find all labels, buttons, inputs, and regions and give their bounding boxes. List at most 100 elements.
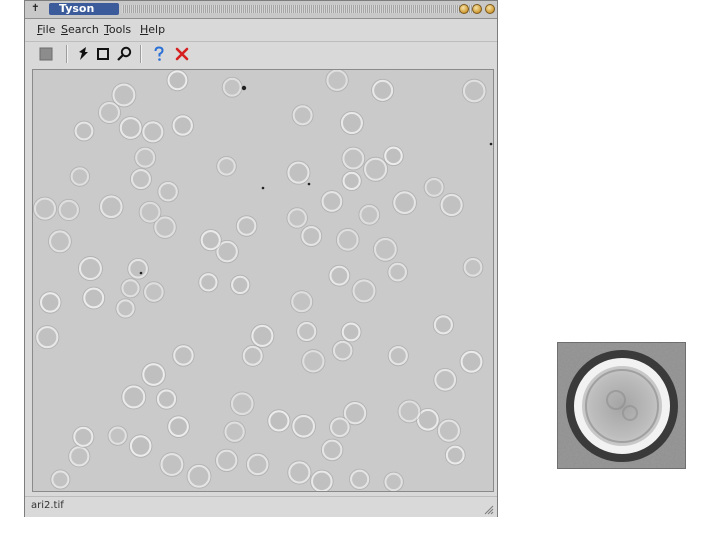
particle [142,121,164,143]
particle-zoom-preview [557,342,686,469]
particle [398,400,421,423]
particle [336,229,359,251]
toolbar-separator [140,45,142,63]
particle [231,275,250,295]
particle [321,191,343,212]
pointer-icon[interactable] [73,45,93,63]
particle [433,315,453,335]
pin-icon[interactable]: ✝ [29,3,42,15]
particle [287,161,310,184]
particle [350,469,370,489]
particle [142,363,165,386]
particle [73,426,94,447]
particle [364,157,388,181]
particle [128,258,148,279]
particle [384,472,403,491]
particle [437,419,460,442]
particle [112,83,136,107]
debris-speck [241,85,247,91]
particle [108,426,127,445]
particle [236,216,257,236]
particle [384,146,403,166]
particle [332,340,353,361]
particle [130,169,151,190]
particle [119,117,142,139]
particle [156,389,177,409]
particle [388,346,408,366]
particle [167,70,188,91]
particle [160,453,184,476]
particle [424,177,444,197]
particle [100,195,123,219]
particle [292,414,315,438]
close-icon[interactable] [485,4,495,14]
menu-file[interactable]: File [37,23,55,37]
particle [246,453,269,476]
particle [326,70,348,91]
particle [463,258,483,277]
particle [291,291,313,313]
debris-speck [307,182,311,186]
particle [445,445,465,465]
resize-grip-icon[interactable] [482,503,494,515]
particle [302,350,325,373]
particle [329,265,350,286]
debris-speck [489,142,493,146]
menu-bar: File Search Tools Help [25,19,497,41]
close-icon[interactable] [172,45,192,63]
select-box-icon[interactable] [93,45,113,63]
particle [230,392,254,416]
particle [78,257,102,280]
particle [216,449,238,471]
particle [292,105,313,126]
particle [342,147,365,170]
particle [51,470,70,489]
particle [222,77,242,97]
particle [388,262,407,282]
particle [135,147,156,168]
particle [217,157,236,176]
particle [359,204,380,225]
search-icon[interactable] [114,45,134,63]
particle [462,79,486,103]
particle [129,435,152,457]
particle [121,279,140,298]
toolbar-separator [66,45,68,63]
particle [440,193,463,216]
menu-help[interactable]: Help [140,23,165,37]
print-icon[interactable] [36,45,56,63]
particle [158,181,178,202]
menu-search[interactable]: Search [61,23,99,37]
status-bar: ari2.tif [25,496,497,517]
help-icon[interactable] [149,45,169,63]
micrograph-canvas[interactable] [32,69,494,492]
particle [40,292,61,313]
particle [352,279,376,303]
particle [287,208,307,228]
particle [340,112,363,134]
particle [58,199,79,221]
particle [33,197,56,220]
particle [321,439,343,461]
particle [268,410,290,432]
maximize-icon[interactable] [472,4,482,14]
particle [168,416,189,437]
minimize-icon[interactable] [459,4,469,14]
particle [116,299,135,318]
particle [224,421,245,442]
particle [341,322,361,342]
particle [374,237,397,261]
menu-tools[interactable]: Tools [104,23,131,37]
particle [154,216,176,238]
particle [251,324,274,347]
particle [288,461,311,484]
title-bar[interactable]: ✝ Tyson [25,1,497,19]
toolbar [25,41,497,67]
title-grip[interactable] [122,5,478,13]
particle [172,115,193,136]
particle [199,273,218,292]
particle [49,230,71,253]
particle [311,470,333,491]
particle [330,417,350,438]
particle [434,369,456,391]
